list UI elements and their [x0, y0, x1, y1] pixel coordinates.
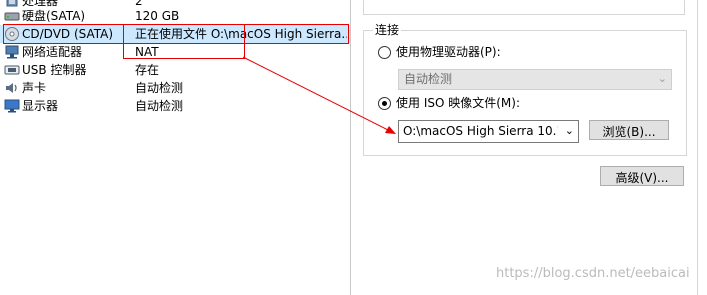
- device-name: USB 控制器: [22, 63, 87, 77]
- hard-disk-icon: [4, 9, 20, 23]
- device-name: 声卡: [22, 81, 47, 95]
- iso-image-radio[interactable]: [378, 97, 391, 110]
- chevron-down-icon: ⌄: [657, 72, 667, 85]
- device-name: 硬盘(SATA): [22, 9, 86, 23]
- device-row-display[interactable]: 显示器 自动检测: [0, 97, 350, 115]
- iso-path-value[interactable]: O:\macOS High Sierra 10.13: [403, 124, 558, 139]
- speaker-icon: [4, 81, 20, 95]
- monitor-icon: [4, 99, 20, 113]
- device-summary: 自动检测: [135, 99, 184, 113]
- window-edge: [697, 0, 698, 295]
- iso-path-combobox[interactable]: O:\macOS High Sierra 10.13 ⌄: [398, 120, 579, 143]
- device-name: 显示器: [22, 99, 59, 113]
- network-adapter-icon: [4, 45, 20, 59]
- physical-drive-select: 自动检测 ⌄: [398, 69, 672, 90]
- device-row-sound[interactable]: 声卡 自动检测: [0, 79, 350, 97]
- device-row-usb[interactable]: USB 控制器 存在: [0, 61, 350, 79]
- physical-drive-radio[interactable]: [378, 46, 391, 59]
- connection-group-title: 连接: [373, 23, 402, 37]
- iso-image-label[interactable]: 使用 ISO 映像文件(M):: [396, 96, 520, 110]
- device-name: 网络适配器: [22, 45, 83, 59]
- pane-divider[interactable]: [350, 0, 351, 295]
- chevron-down-icon[interactable]: ⌄: [565, 124, 574, 137]
- usb-icon: [4, 63, 20, 77]
- device-summary: 自动检测: [135, 81, 184, 95]
- browse-button[interactable]: 浏览(B)...: [589, 120, 669, 140]
- device-summary: 存在: [135, 63, 160, 77]
- device-summary: 120 GB: [135, 9, 180, 23]
- physical-drive-select-value: 自动检测: [404, 72, 453, 86]
- physical-drive-label[interactable]: 使用物理驱动器(P):: [396, 45, 501, 59]
- device-status-group: [363, 0, 685, 15]
- advanced-button[interactable]: 高级(V)...: [600, 166, 684, 186]
- radio-selected-dot: [382, 101, 387, 106]
- watermark-text: https://blog.csdn.net/eebaicai: [496, 266, 690, 281]
- device-row-hard-disk[interactable]: 硬盘(SATA) 120 GB: [0, 7, 350, 25]
- annotation-box-file: [123, 24, 245, 59]
